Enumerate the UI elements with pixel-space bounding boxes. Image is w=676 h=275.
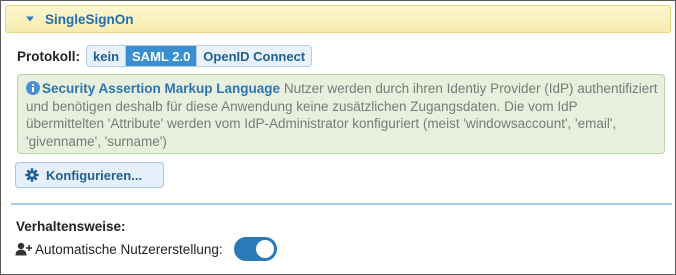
toggle-knob (255, 240, 274, 258)
behavior-heading: Verhaltensweise: (16, 219, 126, 234)
section-title: SingleSignOn (45, 11, 134, 27)
protocol-selector: kein SAML 2.0 OpenID Connect (86, 45, 313, 67)
sso-settings-panel: SingleSignOn Protokoll: kein SAML 2.0 Op… (0, 0, 676, 275)
protocol-row: Protokoll: kein SAML 2.0 OpenID Connect (17, 45, 313, 67)
auto-user-creation-row: Automatische Nutzererstellung: (15, 237, 277, 261)
protocol-label: Protokoll: (17, 48, 80, 64)
protocol-option-openid[interactable]: OpenID Connect (196, 46, 311, 66)
section-header[interactable]: SingleSignOn (5, 5, 671, 33)
configure-button-label: Konfigurieren... (46, 167, 143, 183)
auto-user-creation-label: Automatische Nutzererstellung: (35, 241, 223, 257)
protocol-option-kein[interactable]: kein (87, 46, 125, 66)
caret-down-icon[interactable] (24, 13, 36, 25)
info-circle-icon (26, 81, 40, 95)
info-heading: Security Assertion Markup Language (42, 81, 281, 96)
protocol-info-box: Security Assertion Markup Language Nutze… (17, 74, 665, 154)
user-plus-icon (15, 242, 33, 256)
protocol-option-saml[interactable]: SAML 2.0 (125, 46, 197, 66)
configure-button[interactable]: Konfigurieren... (15, 162, 164, 188)
section-divider (11, 203, 672, 205)
gear-icon (25, 168, 39, 182)
auto-user-creation-toggle[interactable] (233, 237, 277, 261)
